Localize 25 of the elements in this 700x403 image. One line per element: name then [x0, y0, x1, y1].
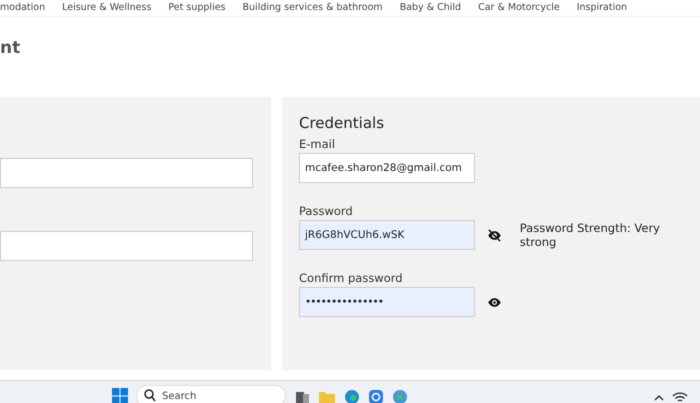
nav-link[interactable]: Inspiration — [576, 1, 628, 14]
field-label: Confirm password — [299, 271, 404, 287]
windows-icon[interactable] — [112, 388, 128, 403]
password-field[interactable]: jR6G8hVCUh6.wSK — [299, 220, 475, 250]
nav-link[interactable]: Baby & Child — [400, 1, 462, 14]
field-label: E-mail — [299, 137, 336, 153]
email-field[interactable]: mcafee.sharon28@gmail.com — [299, 153, 475, 183]
password-strength: Password Strength: Very strong — [520, 221, 661, 249]
password-field[interactable]: ••••••••••••••• — [299, 287, 475, 317]
input-field[interactable] — [0, 158, 253, 188]
nav-link[interactable]: Car & Motorcycle — [478, 1, 560, 14]
input-field[interactable] — [0, 231, 253, 261]
search-icon[interactable] — [144, 388, 156, 403]
section-title: Credentials — [299, 114, 386, 132]
nav-link[interactable]: modation — [0, 1, 46, 14]
nav-link[interactable]: Building services & bathroom — [242, 1, 383, 14]
eye-slash-icon[interactable] — [486, 228, 502, 242]
nav-link[interactable]: Leisure & Wellness — [62, 1, 152, 14]
field-label: Password — [299, 204, 354, 220]
nav-link[interactable]: Pet supplies — [168, 1, 226, 14]
page-title: nt — [0, 37, 22, 58]
app-icon[interactable] — [368, 388, 384, 403]
search-field[interactable]: Search — [136, 385, 286, 403]
browser-icon[interactable] — [344, 388, 360, 403]
globe-icon[interactable] — [392, 388, 408, 403]
